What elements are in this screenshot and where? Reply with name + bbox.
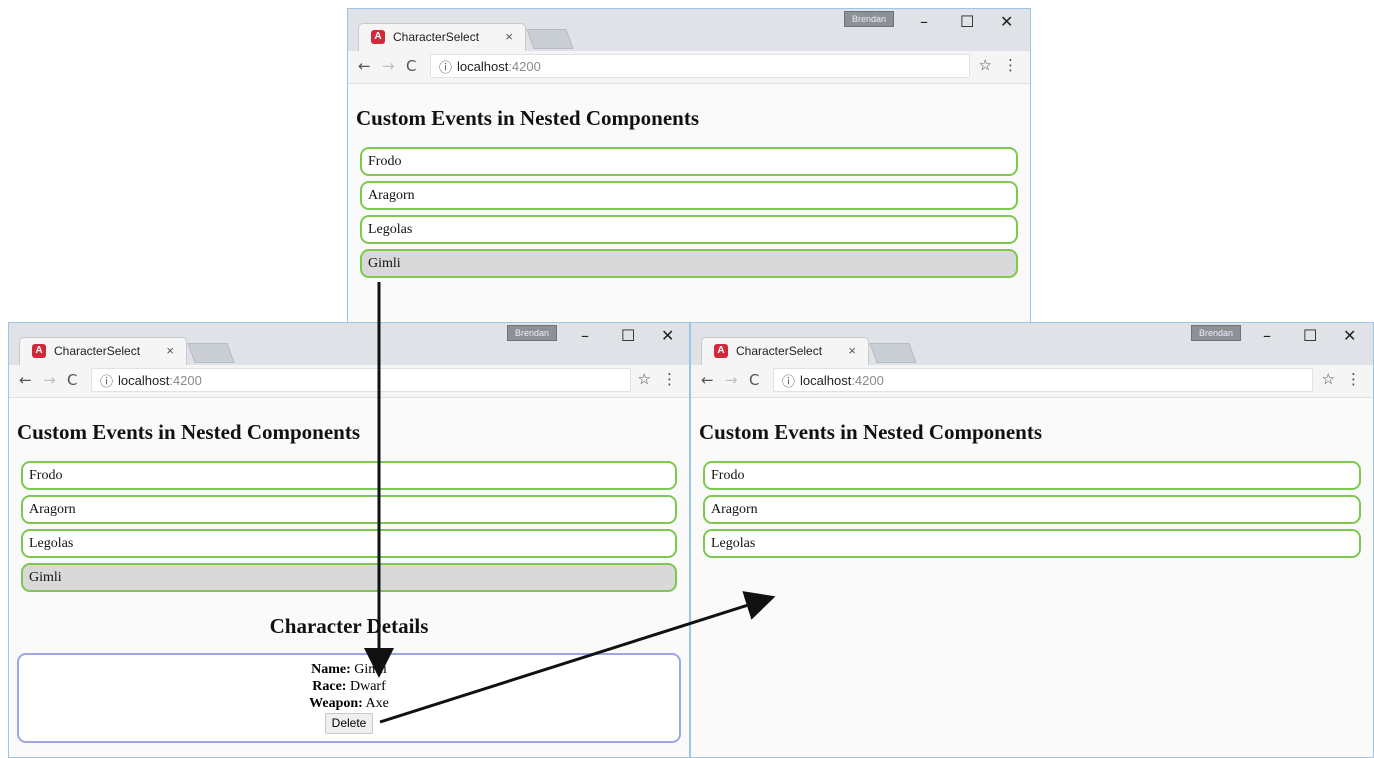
back-arrow-icon[interactable]: ← bbox=[701, 371, 714, 389]
minimize-icon[interactable]: – bbox=[920, 13, 928, 31]
character-list: Frodo Aragorn Legolas bbox=[703, 461, 1361, 563]
maximize-icon[interactable]: ☐ bbox=[1303, 327, 1317, 345]
character-item-gimli[interactable]: Gimli bbox=[21, 563, 677, 592]
reload-icon[interactable]: C bbox=[749, 371, 759, 389]
angular-favicon-icon: A bbox=[371, 30, 385, 44]
forward-arrow-icon[interactable]: → bbox=[382, 57, 395, 75]
reload-icon[interactable]: C bbox=[67, 371, 77, 389]
details-title: Character Details bbox=[269, 614, 429, 638]
new-tab-button[interactable] bbox=[187, 343, 235, 363]
url-text: localhost:4200 bbox=[457, 59, 541, 74]
detail-name: Name: Gimli bbox=[311, 662, 387, 677]
menu-dots-icon[interactable]: ⋮ bbox=[1346, 370, 1361, 388]
character-item-aragorn[interactable]: Aragorn bbox=[21, 495, 677, 524]
title-bar: A CharacterSelect × Brendan – ☐ ✕ bbox=[9, 323, 689, 365]
star-icon[interactable]: ☆ bbox=[638, 370, 651, 388]
browser-window-left: A CharacterSelect × Brendan – ☐ ✕ ← → C … bbox=[8, 322, 690, 758]
forward-arrow-icon[interactable]: → bbox=[43, 371, 56, 389]
page-content: Custom Events in Nested Components Frodo… bbox=[348, 84, 1030, 327]
info-icon[interactable]: ⓘ bbox=[782, 371, 795, 390]
back-arrow-icon[interactable]: ← bbox=[358, 57, 371, 75]
reload-icon[interactable]: C bbox=[406, 57, 416, 75]
character-item-frodo[interactable]: Frodo bbox=[360, 147, 1018, 176]
character-item-legolas[interactable]: Legolas bbox=[703, 529, 1361, 558]
page-title: Custom Events in Nested Components bbox=[17, 420, 361, 444]
menu-dots-icon[interactable]: ⋮ bbox=[1003, 56, 1018, 74]
browser-toolbar: ← → C ⓘ localhost:4200 ☆ ⋮ bbox=[348, 51, 1030, 84]
character-list: Frodo Aragorn Legolas Gimli bbox=[21, 461, 677, 597]
character-item-legolas[interactable]: Legolas bbox=[21, 529, 677, 558]
minimize-icon[interactable]: – bbox=[1263, 327, 1271, 345]
detail-race: Race: Dwarf bbox=[312, 679, 386, 694]
title-bar: A CharacterSelect × Brendan – ☐ ✕ bbox=[691, 323, 1373, 365]
browser-window-top: A CharacterSelect × Brendan – ☐ ✕ ← → C … bbox=[347, 8, 1031, 328]
character-details-panel: Name: Gimli Race: Dwarf Weapon: Axe Dele… bbox=[17, 653, 681, 743]
detail-weapon: Weapon: Axe bbox=[309, 696, 389, 711]
page-content: Custom Events in Nested Components Frodo… bbox=[691, 398, 1373, 757]
title-bar: A CharacterSelect × Brendan – ☐ ✕ bbox=[348, 9, 1030, 51]
info-icon[interactable]: ⓘ bbox=[439, 57, 452, 76]
star-icon[interactable]: ☆ bbox=[1322, 370, 1335, 388]
profile-badge[interactable]: Brendan bbox=[844, 11, 894, 27]
close-tab-icon[interactable]: × bbox=[505, 29, 513, 44]
character-item-aragorn[interactable]: Aragorn bbox=[360, 181, 1018, 210]
character-item-frodo[interactable]: Frodo bbox=[21, 461, 677, 490]
close-window-icon[interactable]: ✕ bbox=[661, 327, 674, 345]
tab-title: CharacterSelect bbox=[54, 344, 141, 358]
profile-badge[interactable]: Brendan bbox=[507, 325, 557, 341]
browser-toolbar: ← → C ⓘ localhost:4200 ☆ ⋮ bbox=[691, 365, 1373, 398]
character-item-frodo[interactable]: Frodo bbox=[703, 461, 1361, 490]
url-text: localhost:4200 bbox=[800, 373, 884, 388]
address-bar[interactable]: ⓘ localhost:4200 bbox=[91, 368, 631, 392]
browser-tab[interactable]: A CharacterSelect × bbox=[701, 337, 869, 365]
close-tab-icon[interactable]: × bbox=[848, 343, 856, 358]
character-item-aragorn[interactable]: Aragorn bbox=[703, 495, 1361, 524]
close-window-icon[interactable]: ✕ bbox=[1000, 13, 1013, 31]
page-title: Custom Events in Nested Components bbox=[356, 106, 700, 130]
browser-tab[interactable]: A CharacterSelect × bbox=[358, 23, 526, 51]
character-list: Frodo Aragorn Legolas Gimli bbox=[360, 147, 1018, 283]
minimize-icon[interactable]: – bbox=[581, 327, 589, 345]
menu-dots-icon[interactable]: ⋮ bbox=[662, 370, 677, 388]
star-icon[interactable]: ☆ bbox=[979, 56, 992, 74]
character-item-gimli[interactable]: Gimli bbox=[360, 249, 1018, 278]
close-tab-icon[interactable]: × bbox=[166, 343, 174, 358]
url-text: localhost:4200 bbox=[118, 373, 202, 388]
tab-title: CharacterSelect bbox=[393, 30, 480, 44]
angular-favicon-icon: A bbox=[714, 344, 728, 358]
new-tab-button[interactable] bbox=[869, 343, 917, 363]
back-arrow-icon[interactable]: ← bbox=[19, 371, 32, 389]
profile-badge[interactable]: Brendan bbox=[1191, 325, 1241, 341]
maximize-icon[interactable]: ☐ bbox=[621, 327, 635, 345]
forward-arrow-icon[interactable]: → bbox=[725, 371, 738, 389]
page-content: Custom Events in Nested Components Frodo… bbox=[9, 398, 689, 757]
browser-toolbar: ← → C ⓘ localhost:4200 ☆ ⋮ bbox=[9, 365, 689, 398]
delete-button[interactable]: Delete bbox=[324, 713, 374, 734]
address-bar[interactable]: ⓘ localhost:4200 bbox=[430, 54, 970, 78]
browser-window-right: A CharacterSelect × Brendan – ☐ ✕ ← → C … bbox=[690, 322, 1374, 758]
page-title: Custom Events in Nested Components bbox=[699, 420, 1043, 444]
character-item-legolas[interactable]: Legolas bbox=[360, 215, 1018, 244]
browser-tab[interactable]: A CharacterSelect × bbox=[19, 337, 187, 365]
new-tab-button[interactable] bbox=[526, 29, 574, 49]
info-icon[interactable]: ⓘ bbox=[100, 371, 113, 390]
address-bar[interactable]: ⓘ localhost:4200 bbox=[773, 368, 1313, 392]
angular-favicon-icon: A bbox=[32, 344, 46, 358]
close-window-icon[interactable]: ✕ bbox=[1343, 327, 1356, 345]
maximize-icon[interactable]: ☐ bbox=[960, 13, 974, 31]
tab-title: CharacterSelect bbox=[736, 344, 823, 358]
